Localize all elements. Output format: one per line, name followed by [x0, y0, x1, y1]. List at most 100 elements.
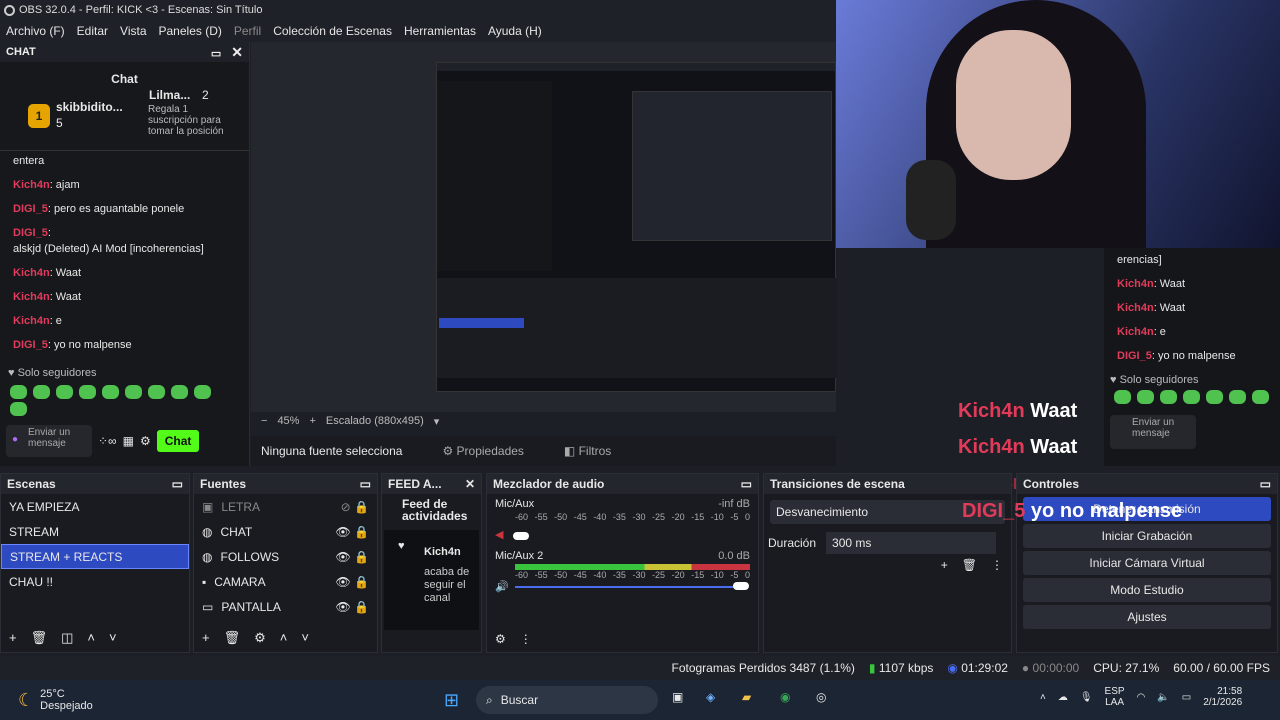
- emote-icon[interactable]: [171, 385, 188, 399]
- emote-icon[interactable]: [79, 385, 96, 399]
- up-icon[interactable]: ˄: [280, 630, 288, 646]
- scene-item[interactable]: STREAM: [1, 519, 189, 544]
- menu-herramientas[interactable]: Herramientas: [398, 24, 482, 38]
- down-icon[interactable]: ˅: [301, 630, 309, 646]
- emote-icon[interactable]: [1137, 390, 1154, 404]
- emote-icon[interactable]: [102, 385, 119, 399]
- float-icon[interactable]: ▭: [360, 477, 371, 491]
- emote-icon[interactable]: [194, 385, 211, 399]
- eye-icon[interactable]: 👁 🔒: [335, 550, 369, 564]
- filter-icon[interactable]: ◫: [61, 630, 73, 646]
- emote-icon[interactable]: [148, 385, 165, 399]
- volume-icon[interactable]: 🔈: [1157, 692, 1169, 703]
- menu-vista[interactable]: Vista: [114, 24, 152, 38]
- source-item[interactable]: ◍ CHAT 👁 🔒: [194, 519, 377, 544]
- close-icon[interactable]: ✕: [465, 477, 475, 491]
- chat-send-button[interactable]: Chat: [156, 430, 200, 452]
- float-icon[interactable]: ▭: [211, 48, 221, 60]
- zoom-in-button[interactable]: +: [309, 415, 315, 427]
- scene-item[interactable]: CHAU !!: [1, 569, 189, 594]
- duration-input[interactable]: 300 ms: [826, 532, 997, 554]
- source-item[interactable]: ▭ PANTALLA 👁 🔒: [194, 594, 377, 619]
- emote-icon[interactable]: [1206, 390, 1223, 404]
- emote-icon[interactable]: [1252, 390, 1269, 404]
- studio-mode-button[interactable]: Modo Estudio: [1023, 578, 1271, 602]
- scene-item[interactable]: YA EMPIEZA: [1, 494, 189, 519]
- up-icon[interactable]: ˄: [87, 630, 95, 646]
- language-indicator[interactable]: ESP LAA: [1105, 686, 1125, 708]
- filters-button[interactable]: ◧ Filtros: [564, 444, 611, 458]
- emote-icon[interactable]: [56, 385, 73, 399]
- chrome-icon[interactable]: ◉: [780, 690, 790, 704]
- chevron-up-icon[interactable]: ˄: [1040, 692, 1046, 703]
- down-icon[interactable]: ˅: [109, 630, 117, 646]
- emote-icon[interactable]: [33, 385, 50, 399]
- menu-icon[interactable]: ⋮: [991, 558, 1003, 572]
- gear-icon[interactable]: ⚙: [254, 630, 266, 646]
- emote-icon[interactable]: [1114, 390, 1131, 404]
- zoom-out-button[interactable]: −: [261, 415, 267, 427]
- trash-icon[interactable]: 🗑: [31, 630, 48, 646]
- wifi-icon[interactable]: ◠: [1137, 692, 1146, 703]
- record-button[interactable]: Iniciar Grabación: [1023, 524, 1271, 548]
- add-icon[interactable]: +: [9, 630, 17, 646]
- users-icon[interactable]: ⁘∞: [98, 434, 117, 448]
- menu-icon[interactable]: ⋮: [520, 632, 532, 646]
- visibility-off-icon[interactable]: ⊘ 🔒: [341, 500, 369, 514]
- taskview-icon[interactable]: ▣: [672, 690, 683, 704]
- chat-input[interactable]: ● Enviar un mensaje: [6, 425, 92, 457]
- gear-icon[interactable]: ⚙: [495, 632, 506, 646]
- menu-ayuda[interactable]: Ayuda (H): [482, 24, 548, 38]
- emote-icon[interactable]: [1183, 390, 1200, 404]
- source-item[interactable]: ◍ FOLLOWS 👁 🔒: [194, 544, 377, 569]
- overlay-chat-line: DIGI_5 yo no malpense: [962, 500, 1183, 522]
- float-icon[interactable]: ▭: [1260, 477, 1271, 491]
- weather-widget[interactable]: ☾ 25°C Despejado: [0, 688, 93, 712]
- properties-button[interactable]: ⚙ Propiedades: [442, 444, 523, 458]
- mic-tray-icon[interactable]: 🎙: [1080, 692, 1093, 703]
- eye-icon[interactable]: 👁 🔒: [335, 600, 369, 614]
- add-icon[interactable]: +: [941, 558, 948, 572]
- close-icon[interactable]: ✕: [231, 44, 243, 60]
- battery-icon[interactable]: ▭: [1182, 692, 1191, 703]
- menu-paneles[interactable]: Paneles (D): [153, 24, 228, 38]
- emote-icon[interactable]: [10, 385, 27, 399]
- emote-icon[interactable]: [1160, 390, 1177, 404]
- menu-archivo[interactable]: Archivo (F): [0, 24, 71, 38]
- taskbar-search[interactable]: ⌕ Buscar: [476, 686, 658, 714]
- float-icon[interactable]: ▭: [741, 477, 752, 491]
- chevron-down-icon[interactable]: ▾: [434, 415, 440, 428]
- chat-input[interactable]: Enviar un mensaje: [1110, 415, 1196, 449]
- volume-slider[interactable]: ◀: [495, 528, 750, 544]
- scene-item-selected[interactable]: STREAM + REACTS: [1, 544, 189, 569]
- float-icon[interactable]: ▭: [172, 477, 183, 491]
- obs-taskbar-icon[interactable]: ◎: [816, 690, 826, 704]
- volume-slider[interactable]: 🔊: [495, 580, 750, 594]
- windows-start-icon[interactable]: ⊞: [444, 690, 459, 711]
- scale-select[interactable]: Escalado (880x495): [326, 415, 424, 427]
- copilot-icon[interactable]: ◈: [706, 690, 715, 704]
- add-icon[interactable]: +: [202, 630, 210, 646]
- menu-coleccion[interactable]: Colección de Escenas: [267, 24, 398, 38]
- top-gifters: 1 skibbidito... 5 Lilma... 2 Regala 1 su…: [0, 88, 249, 150]
- emote-icon[interactable]: [10, 402, 27, 416]
- menu-perfil[interactable]: Perfil: [228, 24, 267, 38]
- trash-icon[interactable]: 🗑: [962, 558, 977, 572]
- emote-icon[interactable]: [125, 385, 142, 399]
- virtual-camera-button[interactable]: Iniciar Cámara Virtual: [1023, 551, 1271, 575]
- clock[interactable]: 21:58 2/1/2026: [1203, 686, 1242, 708]
- settings-icon[interactable]: ⚙: [140, 434, 151, 448]
- settings-button[interactable]: Ajustes: [1023, 605, 1271, 629]
- speaker-icon[interactable]: 🔊: [495, 581, 509, 593]
- folder-icon[interactable]: ▰: [742, 690, 751, 704]
- store-icon[interactable]: ▦: [123, 434, 134, 448]
- eye-icon[interactable]: 👁 🔒: [335, 575, 369, 589]
- trash-icon[interactable]: 🗑: [224, 630, 241, 646]
- cloud-icon[interactable]: ☁: [1058, 692, 1068, 703]
- menu-editar[interactable]: Editar: [71, 24, 114, 38]
- source-item[interactable]: ▪ CAMARA 👁 🔒: [194, 569, 377, 594]
- muted-icon[interactable]: ◀: [495, 529, 503, 541]
- emote-icon[interactable]: [1229, 390, 1246, 404]
- eye-icon[interactable]: 👁 🔒: [335, 525, 369, 539]
- source-item[interactable]: ▣ LETRA ⊘ 🔒: [194, 494, 377, 519]
